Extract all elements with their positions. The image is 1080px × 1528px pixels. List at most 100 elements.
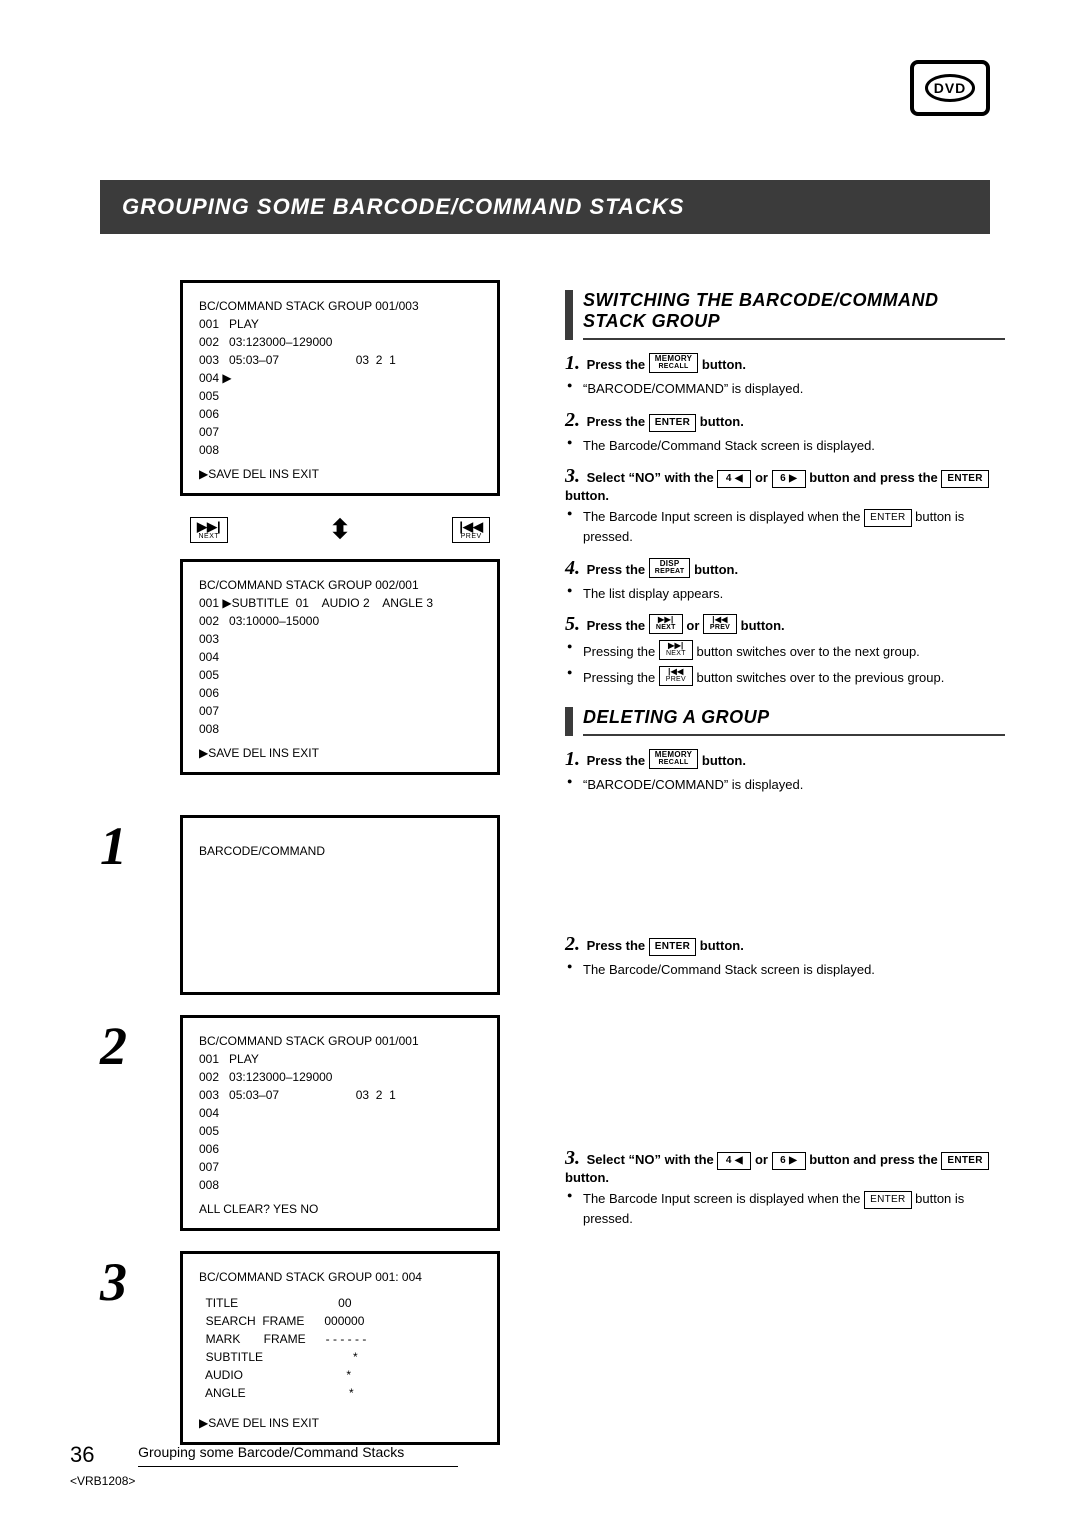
step-1: 1. Press the MEMORYRECALL button. <box>565 352 1005 375</box>
step-num: 2. <box>565 933 580 955</box>
screen-panel-search-frame: BC/COMMAND STACK GROUP 001: 004 TITLE 00… <box>180 1251 500 1445</box>
step-number-3: 3 <box>100 1251 127 1313</box>
next-key-icon: ▶▶|NEXT <box>659 640 693 660</box>
step-num: 4. <box>565 557 580 579</box>
panel-line: 007 <box>199 423 481 441</box>
bullet-list: Pressing the ▶▶|NEXT button switches ove… <box>565 640 1005 687</box>
kb: REPEAT <box>655 568 685 577</box>
prev-key-icon: |◀◀PREV <box>703 614 737 634</box>
panel-footer: ALL CLEAR? YES NO <box>199 1194 481 1218</box>
step-3b: 3. Select “NO” with the 4 ◀ or 6 ▶ butto… <box>565 1147 1005 1185</box>
panel-line: 008 <box>199 1176 481 1194</box>
bullet-list: “BARCODE/COMMAND” is displayed. <box>565 379 1005 399</box>
panel-header: BC/COMMAND STACK GROUP 001/001 <box>199 1032 481 1050</box>
step-num: 1. <box>565 352 580 374</box>
bullet: Pressing the ▶▶|NEXT button switches ove… <box>565 640 1005 662</box>
panel-text: BARCODE/COMMAND <box>199 832 481 860</box>
step-num: 5. <box>565 613 580 635</box>
t: Select “NO” with the <box>587 1152 718 1167</box>
t: button. <box>690 562 738 577</box>
t: The Barcode Input screen is displayed wh… <box>583 509 864 524</box>
kb: NEXT <box>655 624 677 633</box>
t: Press the <box>587 357 649 372</box>
panel-line: SEARCH FRAME 000000 <box>199 1312 481 1330</box>
kb: NEXT <box>665 650 687 659</box>
step-text: Select “NO” with the 4 ◀ or 6 ▶ button a… <box>565 1152 989 1185</box>
panel-line: 002 03:10000–15000 <box>199 612 481 630</box>
panel-line: 005 <box>199 1122 481 1140</box>
enter-key-icon: ENTER <box>649 938 696 956</box>
bullet: Pressing the |◀◀PREV button switches ove… <box>565 666 1005 688</box>
page-footer: 36 Grouping some Barcode/Command Stacks … <box>70 1442 990 1488</box>
t: The Barcode Input screen is displayed wh… <box>583 1191 864 1206</box>
panel-line: 001 ▶SUBTITLE 01 AUDIO 2 ANGLE 3 <box>199 594 481 612</box>
t: button. <box>698 357 746 372</box>
panel-line: ANGLE * <box>199 1384 481 1402</box>
panel-header: BC/COMMAND STACK GROUP 001: 004 <box>199 1268 481 1286</box>
step-text: Press the MEMORYRECALL button. <box>587 357 746 372</box>
panel-line: 005 <box>199 387 481 405</box>
panel-line: 005 <box>199 666 481 684</box>
panel-header: BC/COMMAND STACK GROUP 002/001 <box>199 576 481 594</box>
section-heading-deleting: DELETING A GROUP <box>565 707 1005 736</box>
screen-panel-group-002: BC/COMMAND STACK GROUP 002/001 001 ▶SUBT… <box>180 559 500 775</box>
right-key-icon: 6 ▶ <box>772 470 806 488</box>
step-num: 3. <box>565 1147 580 1169</box>
kt: ▶▶| <box>655 615 677 624</box>
memory-recall-key-icon: MEMORYRECALL <box>649 353 699 373</box>
bullet: The Barcode Input screen is displayed wh… <box>565 507 1005 547</box>
bullet-list: The Barcode/Command Stack screen is disp… <box>565 436 1005 456</box>
step-3: 3. Select “NO” with the 4 ◀ or 6 ▶ butto… <box>565 465 1005 503</box>
bullet-list: The Barcode/Command Stack screen is disp… <box>565 960 1005 980</box>
next-key-icon: ▶▶| NEXT <box>190 517 228 543</box>
step-number-1: 1 <box>100 815 127 877</box>
left-key-icon: 4 ◀ <box>717 1152 751 1170</box>
prev-symbol: |◀◀ <box>459 520 483 533</box>
t: Select “NO” with the <box>587 470 718 485</box>
bullet-list: The list display appears. <box>565 584 1005 604</box>
t: or <box>751 1152 771 1167</box>
t: button switches over to the next group. <box>693 644 920 659</box>
kt: |◀◀ <box>709 615 731 624</box>
panel-footer: ▶SAVE DEL INS EXIT <box>199 738 481 762</box>
panel-line: 004 <box>199 1104 481 1122</box>
updown-arrow-icon: ⬍ <box>329 514 351 545</box>
panel-footer: ▶SAVE DEL INS EXIT <box>199 1402 481 1432</box>
panel-line: 006 <box>199 1140 481 1158</box>
kt: |◀◀ <box>665 667 687 676</box>
bullet-list: The Barcode Input screen is displayed wh… <box>565 1189 1005 1229</box>
page-title: GROUPING SOME BARCODE/COMMAND STACKS <box>100 180 990 234</box>
step-num: 2. <box>565 409 580 431</box>
step-2: 2. Press the ENTER button. <box>565 409 1005 432</box>
step-1b: 1. Press the MEMORYRECALL button. <box>565 748 1005 771</box>
panel-line: 003 05:03–07 03 2 1 <box>199 1086 481 1104</box>
kt: MEMORY <box>655 354 693 363</box>
prev-key-icon: |◀◀ PREV <box>452 517 490 543</box>
t: button. <box>737 618 785 633</box>
panel-line: 001 PLAY <box>199 1050 481 1068</box>
next-symbol: ▶▶| <box>197 520 221 533</box>
next-label: NEXT <box>198 533 219 540</box>
panel-line: 007 <box>199 702 481 720</box>
t: button. <box>696 938 744 953</box>
panel-line: AUDIO * <box>199 1366 481 1384</box>
dvd-logo: DVD <box>910 60 990 116</box>
panel-header: BC/COMMAND STACK GROUP 001/003 <box>199 297 481 315</box>
panel-line: 006 <box>199 405 481 423</box>
panel-line: 002 03:123000–129000 <box>199 1068 481 1086</box>
heading-text: DELETING A GROUP <box>583 707 1005 736</box>
panel-line: SUBTITLE * <box>199 1348 481 1366</box>
t: button. <box>696 414 744 429</box>
enter-key-icon: ENTER <box>864 509 911 527</box>
step-text: Press the MEMORYRECALL button. <box>587 753 746 768</box>
panel-line: 003 05:03–07 03 2 1 <box>199 351 481 369</box>
enter-key-icon: ENTER <box>649 414 696 432</box>
kb: PREV <box>709 624 731 633</box>
step-num: 1. <box>565 748 580 770</box>
t: Press the <box>587 753 649 768</box>
panel-line: 003 <box>199 630 481 648</box>
step-5: 5. Press the ▶▶|NEXT or |◀◀PREV button. <box>565 613 1005 636</box>
t: or <box>751 470 771 485</box>
t: Press the <box>587 562 649 577</box>
t: button switches over to the previous gro… <box>693 670 944 685</box>
